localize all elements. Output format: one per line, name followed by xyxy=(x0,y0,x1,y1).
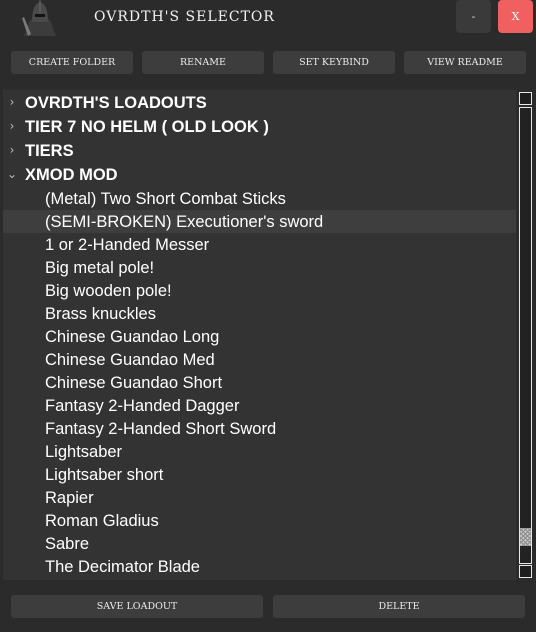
tree-item[interactable]: Fantasy 2-Handed Short Sword xyxy=(3,417,516,440)
app-title: OVRDTH'S SELECTOR xyxy=(94,9,275,25)
item-label: Lightsaber short xyxy=(45,466,164,484)
item-label: Brass knuckles xyxy=(45,305,156,323)
scroll-thumb[interactable] xyxy=(520,528,531,546)
scroll-track[interactable] xyxy=(519,107,532,564)
item-label: Rapier xyxy=(45,489,94,507)
tree-item[interactable]: Chinese Guandao Med xyxy=(3,348,516,371)
scroll-down-button[interactable] xyxy=(519,565,532,578)
tree-item[interactable]: Fantasy 2-Handed Dagger xyxy=(3,394,516,417)
minimize-button[interactable]: - xyxy=(456,0,491,33)
tree-item[interactable]: Rapier xyxy=(3,486,516,509)
chevron-right-icon[interactable]: › xyxy=(6,95,18,109)
item-label: 1 or 2-Handed Messer xyxy=(45,236,210,254)
delete-button[interactable]: DELETE xyxy=(273,595,525,618)
item-label: Chinese Guandao Long xyxy=(45,328,220,346)
item-label: Chinese Guandao Med xyxy=(45,351,215,369)
item-label: Sabre xyxy=(45,535,90,553)
tree-item[interactable]: Sabre xyxy=(3,532,516,555)
item-label: Chinese Guandao Short xyxy=(45,374,223,392)
item-label: Fantasy 2-Handed Short Sword xyxy=(45,420,277,438)
save-loadout-button[interactable]: SAVE LOADOUT xyxy=(11,595,263,618)
tree-item[interactable]: Chinese Guandao Short xyxy=(3,371,516,394)
loadout-tree[interactable]: › OVRDTH'S LOADOUTS › TIER 7 NO HELM ( O… xyxy=(3,90,516,580)
folder-label: TIERS xyxy=(25,142,74,160)
view-readme-button[interactable]: VIEW README xyxy=(404,51,526,74)
tree-folder-tiers[interactable]: › TIERS xyxy=(3,139,516,162)
chevron-down-icon[interactable]: ⌄ xyxy=(6,167,18,181)
tree-item[interactable]: (Metal) Two Short Combat Sticks xyxy=(3,187,516,210)
scroll-up-button[interactable] xyxy=(519,92,532,105)
create-folder-button[interactable]: CREATE FOLDER xyxy=(11,51,133,74)
tree-folder-ovrdths-loadouts[interactable]: › OVRDTH'S LOADOUTS xyxy=(3,91,516,114)
tree-item[interactable]: Big wooden pole! xyxy=(3,279,516,302)
tree-item[interactable]: Roman Gladius xyxy=(3,509,516,532)
item-label: (Metal) Two Short Combat Sticks xyxy=(45,190,286,208)
item-label: Fantasy 2-Handed Dagger xyxy=(45,397,240,415)
tree-item[interactable]: Lightsaber xyxy=(3,440,516,463)
tree-item[interactable]: The Decimator Blade xyxy=(3,555,516,578)
item-label: The Decimator Blade xyxy=(45,558,200,576)
item-label: Big wooden pole! xyxy=(45,282,172,300)
rename-button[interactable]: RENAME xyxy=(142,51,264,74)
item-label: Roman Gladius xyxy=(45,512,159,530)
tree-item[interactable]: Lightsaber short xyxy=(3,463,516,486)
item-label: Lightsaber xyxy=(45,443,123,461)
folder-label: OVRDTH'S LOADOUTS xyxy=(25,94,207,112)
tree-item[interactable]: 1 or 2-Handed Messer xyxy=(3,233,516,256)
folder-label: TIER 7 NO HELM ( OLD LOOK ) xyxy=(25,118,269,136)
chevron-right-icon[interactable]: › xyxy=(6,143,18,157)
item-label: Big metal pole! xyxy=(45,259,155,277)
tree-item[interactable]: Big metal pole! xyxy=(3,256,516,279)
set-keybind-button[interactable]: SET KEYBIND xyxy=(273,51,395,74)
chevron-right-icon[interactable]: › xyxy=(6,119,18,133)
folder-label: XMOD MOD xyxy=(25,166,118,184)
tree-item[interactable]: Chinese Guandao Long xyxy=(3,325,516,348)
tree-item-selected[interactable]: (SEMI-BROKEN) Executioner's sword xyxy=(3,210,516,233)
tree-folder-xmod-mod[interactable]: ⌄ XMOD MOD xyxy=(3,163,516,186)
item-label: (SEMI-BROKEN) Executioner's sword xyxy=(45,213,324,231)
knight-helmet-icon xyxy=(16,0,64,36)
tree-folder-tier-7-no-helm[interactable]: › TIER 7 NO HELM ( OLD LOOK ) xyxy=(3,115,516,138)
close-button[interactable]: X xyxy=(498,0,533,33)
tree-item[interactable]: Brass knuckles xyxy=(3,302,516,325)
vertical-scrollbar[interactable] xyxy=(517,90,533,580)
title-bar: OVRDTH'S SELECTOR - X xyxy=(0,0,536,36)
